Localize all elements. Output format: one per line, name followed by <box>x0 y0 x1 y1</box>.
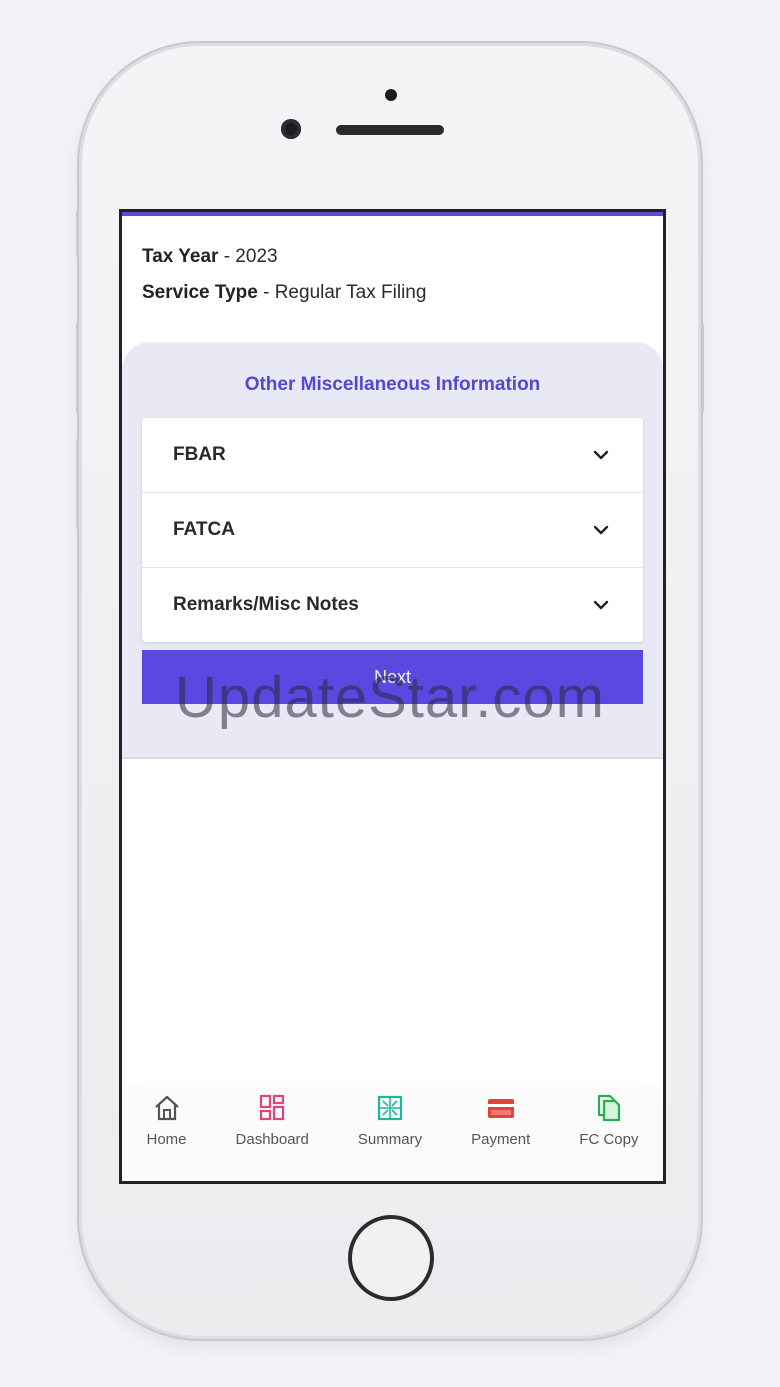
home-button <box>348 1215 434 1301</box>
chevron-down-icon <box>593 450 609 460</box>
nav-summary[interactable]: Summary <box>358 1093 422 1148</box>
accordion: FBAR FATCA Remarks/Misc Notes <box>142 418 643 642</box>
bottom-nav: Home Dashboard Summary Payment FC Copy <box>122 1081 663 1181</box>
dashboard-icon <box>260 1094 285 1121</box>
tax-year-line: Tax Year - 2023 <box>142 246 643 268</box>
earpiece-speaker <box>336 125 444 135</box>
accordion-label: FATCA <box>173 519 235 540</box>
nav-label: Payment <box>471 1131 531 1148</box>
home-icon <box>154 1095 179 1121</box>
nav-home[interactable]: Home <box>147 1093 187 1148</box>
tax-year-value: - 2023 <box>218 246 278 267</box>
nav-label: Home <box>146 1131 187 1148</box>
accordion-label: FBAR <box>173 444 226 465</box>
service-type-value: - Regular Tax Filing <box>257 282 427 303</box>
watermark: UpdateStar.com <box>175 665 605 730</box>
nav-label: Dashboard <box>235 1131 309 1148</box>
service-type-label: Service Type <box>142 282 258 303</box>
chevron-down-icon <box>593 600 609 610</box>
accordion-item-remarks[interactable]: Remarks/Misc Notes <box>142 568 643 642</box>
service-type-line: Service Type - Regular Tax Filing <box>142 282 643 304</box>
front-camera <box>281 119 301 139</box>
tax-year-label: Tax Year <box>142 246 219 267</box>
accordion-item-fatca[interactable]: FATCA <box>142 493 643 568</box>
filing-info: Tax Year - 2023 Service Type - Regular T… <box>122 216 663 304</box>
sensor-dot <box>385 89 397 101</box>
nav-fc-copy[interactable]: FC Copy <box>579 1093 638 1148</box>
nav-label: FC Copy <box>579 1131 639 1148</box>
copy-icon <box>597 1094 620 1122</box>
summary-icon <box>377 1095 403 1121</box>
panel-title: Other Miscellaneous Information <box>244 374 541 395</box>
nav-dashboard[interactable]: Dashboard <box>236 1093 309 1148</box>
accordion-label: Remarks/Misc Notes <box>173 594 359 615</box>
credit-card-icon <box>487 1099 514 1118</box>
chevron-down-icon <box>593 525 609 535</box>
power-button <box>698 322 704 414</box>
accordion-item-fbar[interactable]: FBAR <box>142 418 643 493</box>
nav-payment[interactable]: Payment <box>471 1093 530 1148</box>
nav-label: Summary <box>357 1131 423 1148</box>
